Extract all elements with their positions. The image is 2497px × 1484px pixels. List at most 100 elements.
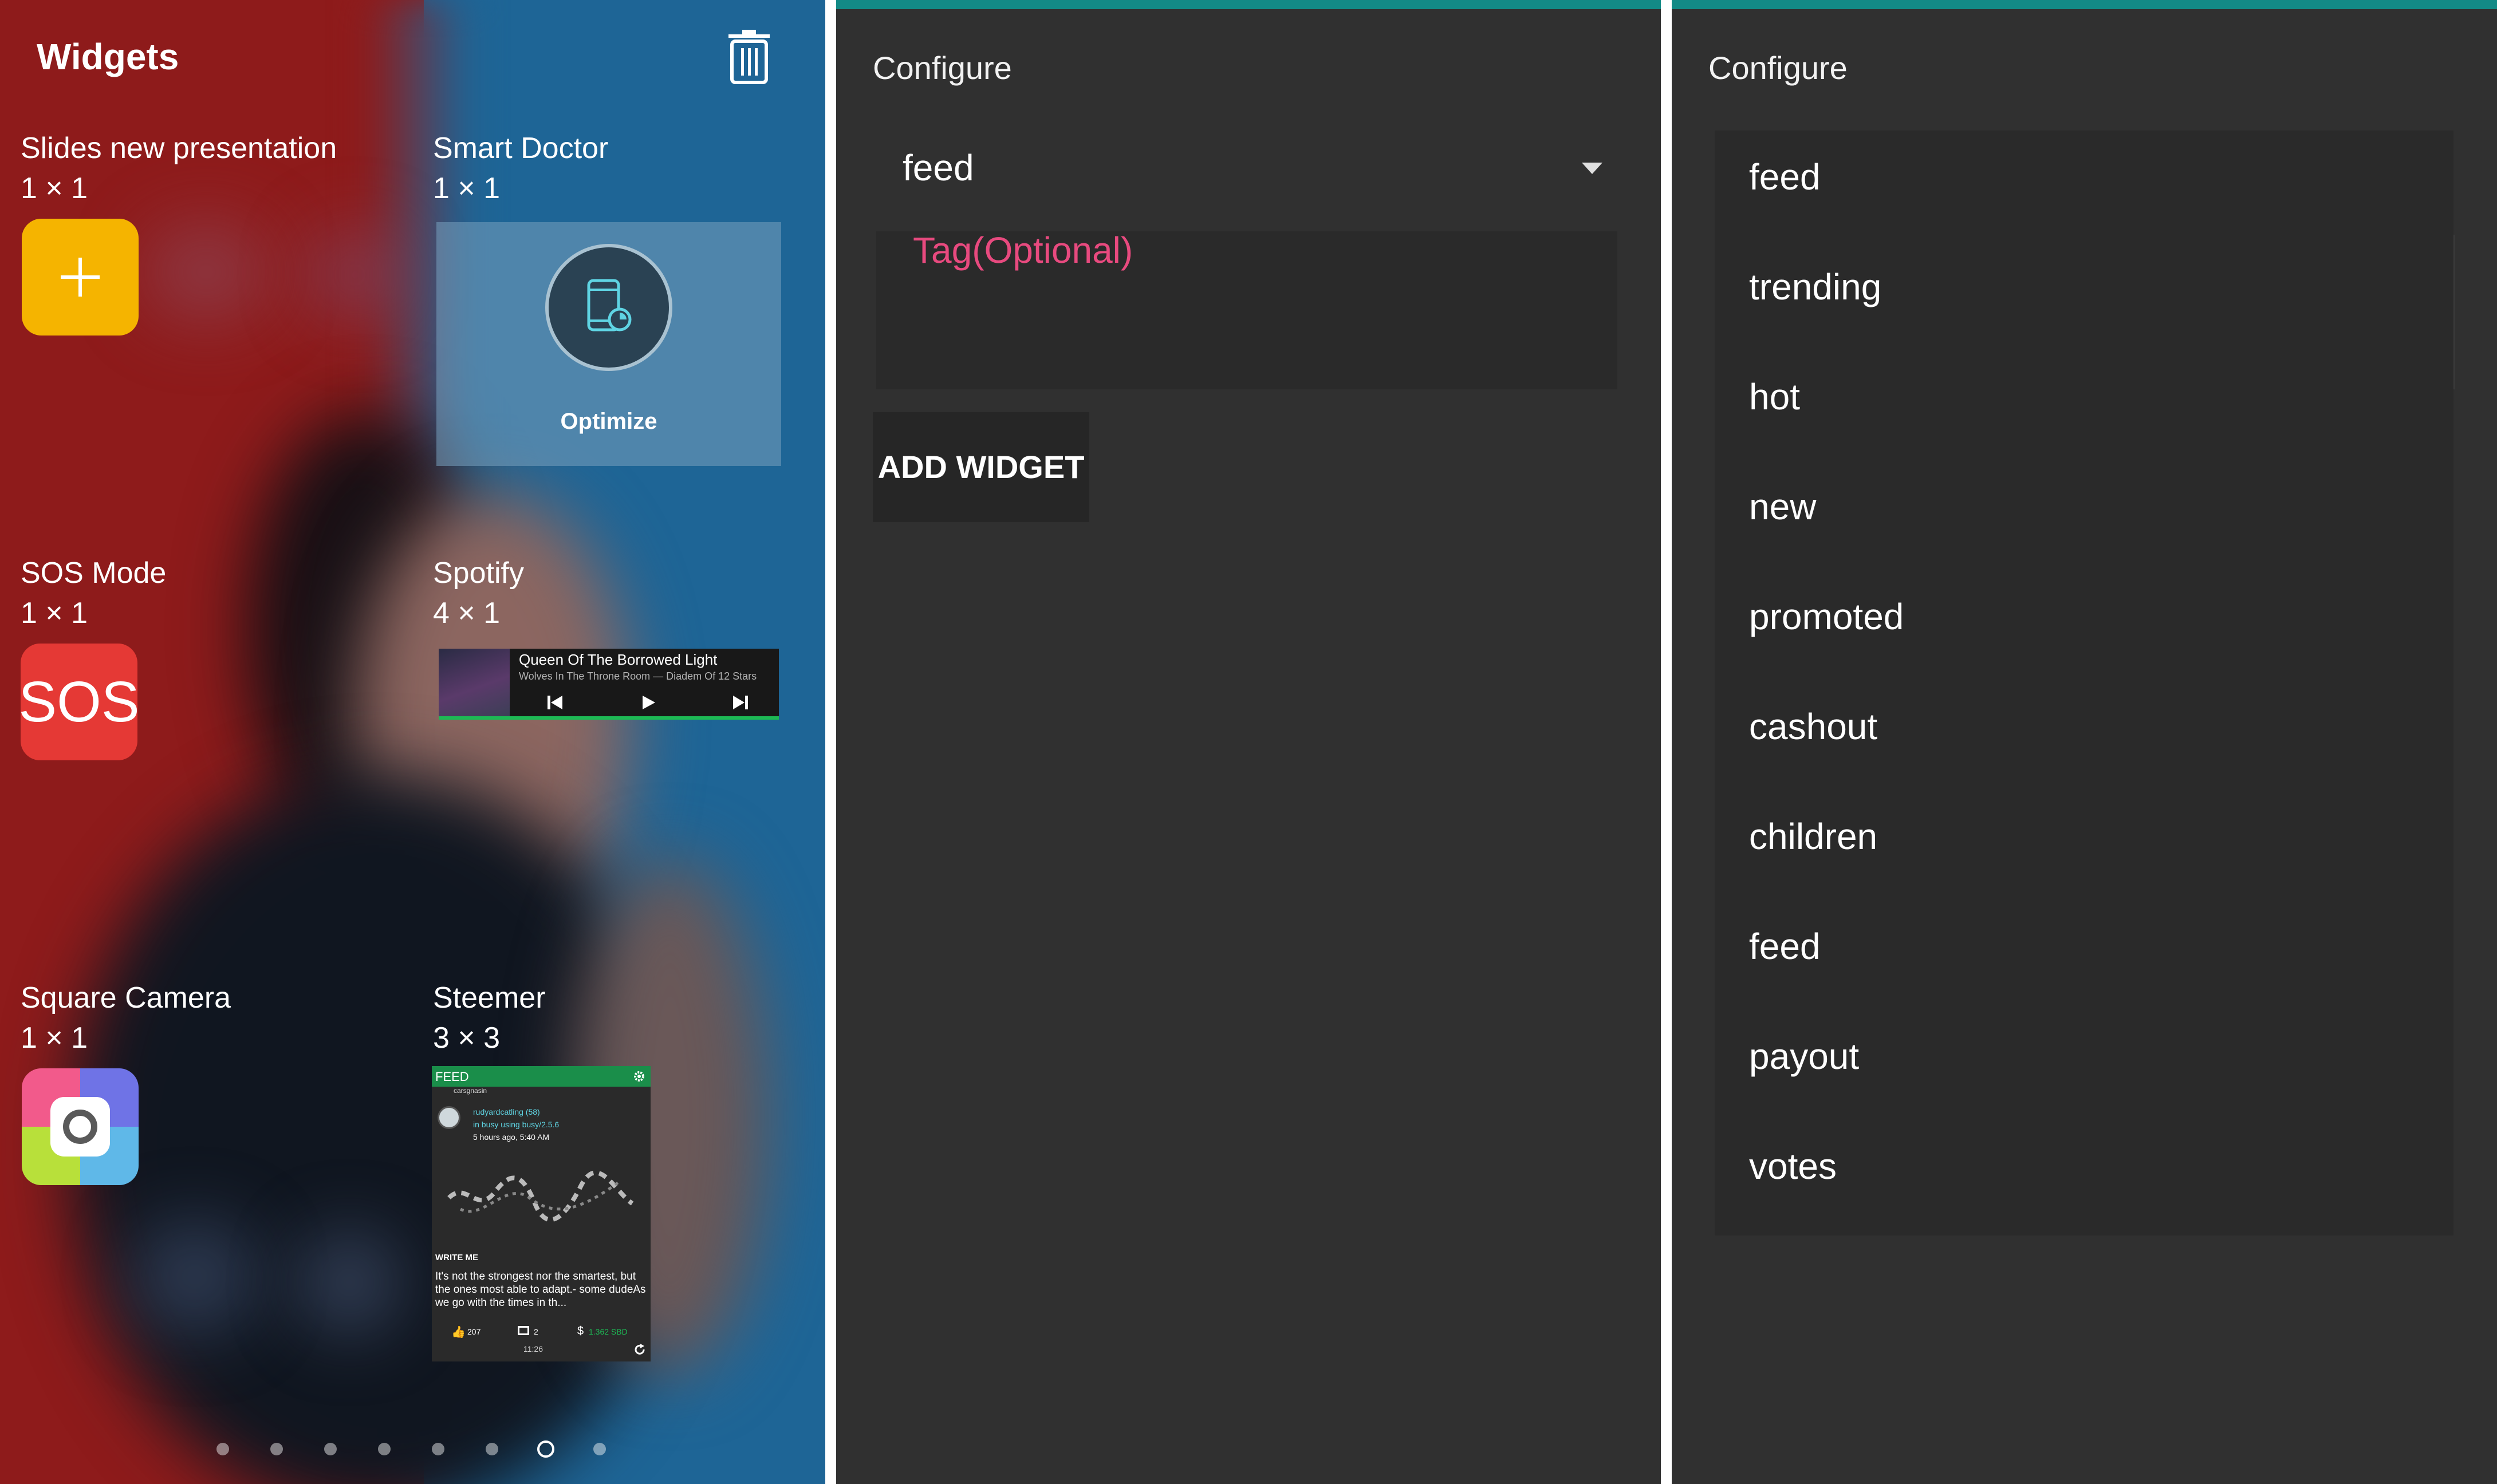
widget-size: 4 × 1 [433,597,501,630]
widget-name: Smart Doctor [433,132,609,165]
sos-icon-label: SOS [21,669,137,734]
dropdown-option-label: payout [1749,1036,1860,1077]
dropdown-option[interactable]: votes [1715,1120,2453,1230]
dropdown-option-label: new [1749,486,1817,527]
progress-bar [439,716,779,720]
comment-count: 2 [534,1327,538,1336]
camera-app-icon[interactable] [22,1068,139,1185]
payout-value: 1.362 SBD [589,1327,628,1336]
vote-count: 207 [467,1327,481,1336]
post-time: 5 hours ago, 5:40 AM [473,1132,550,1142]
next-track-icon[interactable] [728,691,751,714]
widget-size: 1 × 1 [433,172,501,205]
page-dot[interactable] [270,1443,283,1455]
tag-hint: Tag(Optional) [913,230,1133,271]
dialog-title: Configure [1708,50,1848,86]
dropdown-option[interactable]: trending [1715,240,2453,350]
dropdown-option[interactable]: hot [1715,350,2453,460]
configure-panel: Configure feed Tag(Optional) ADD WIDGET [836,0,1661,1484]
dropdown-option[interactable]: children [1715,790,2453,900]
dropdown-option[interactable]: new [1715,460,2453,570]
dropdown-option-label: promoted [1749,596,1904,637]
dialog-title: Configure [873,50,1012,86]
page-dot[interactable] [378,1443,391,1455]
plus-icon [61,258,100,297]
post-app: in busy using busy/2.5.6 [473,1120,560,1129]
steemer-header: FEED [432,1066,651,1087]
smart-doctor-preview[interactable]: Optimize [436,222,781,466]
gear-icon[interactable] [632,1069,646,1083]
widget-name: Spotify [433,556,524,590]
trash-icon[interactable] [726,30,772,85]
tag-type-options: feed trending hot new promoted cashout childre… [1715,131,2453,1236]
dropdown-option-label: hot [1749,376,1800,417]
spotify-preview[interactable]: Queen Of The Borrowed Light Wolves In Th… [439,649,779,720]
post-excerpt: It's not the strongest nor the smartest,… [435,1270,646,1309]
play-icon[interactable] [637,691,660,714]
dropdown-option-label: trending [1749,266,1882,307]
page-dot[interactable] [324,1443,337,1455]
status-accent-bar [1672,0,2497,9]
slides-app-icon[interactable] [22,219,139,336]
widget-size: 1 × 1 [21,172,88,205]
post-title: WRITE ME [435,1253,478,1262]
dropdown-option[interactable]: feed [1715,131,2453,240]
previous-track-icon[interactable] [544,691,567,714]
clock: 11:26 [523,1344,543,1353]
reblog-user: carsgnasin [454,1087,487,1095]
page-dot-active[interactable] [537,1440,554,1458]
page-dot[interactable] [486,1443,498,1455]
phone-check-icon [587,279,632,331]
refresh-icon[interactable] [633,1343,646,1356]
dropdown-option[interactable]: promoted [1715,570,2453,680]
widget-name: Square Camera [21,981,231,1015]
page-dot[interactable] [593,1443,606,1455]
dropdown-option[interactable]: cashout [1715,680,2453,790]
steemer-preview[interactable]: FEED carsgnasin rudyardcatling (58) in b… [432,1066,651,1361]
optimize-label: Optimize [560,409,657,434]
post-image [447,1170,634,1222]
page-dot[interactable] [216,1443,229,1455]
comment-icon[interactable] [518,1326,529,1335]
dollar-icon: $ [577,1325,584,1337]
add-widget-button[interactable]: ADD WIDGET [873,412,1089,522]
page-dot[interactable] [432,1443,444,1455]
widget-name: Steemer [433,981,546,1015]
dropdown-option[interactable]: payout [1715,1010,2453,1120]
optimize-circle [545,244,672,371]
dropdown-option-label: feed [1749,156,1821,198]
page-title: Widgets [37,36,179,77]
thumbs-up-icon[interactable]: 👍 [451,1325,466,1339]
page-indicator [0,1436,825,1459]
wallpaper-ghost [132,1219,258,1334]
widget-size: 1 × 1 [21,597,88,630]
widgets-panel: Widgets Slides new presentation 1 × 1 Sm… [0,0,825,1484]
status-accent-bar [836,0,1661,9]
wallpaper-ghost [298,1231,401,1334]
widget-size: 1 × 1 [21,1021,88,1055]
avatar [438,1106,460,1129]
camera-icon [50,1097,110,1157]
widget-name: Slides new presentation [21,132,337,165]
track-title: Queen Of The Borrowed Light [519,651,718,668]
dropdown-option-label: children [1749,816,1878,857]
configure-dropdown-panel: Configure feed trending hot new promoted cash… [1672,0,2497,1484]
post-author: rudyardcatling (58) [473,1107,540,1116]
sos-app-icon[interactable]: SOS [21,644,137,760]
dropdown-option[interactable]: feed [1715,900,2453,1010]
divider [825,0,836,1484]
dropdown-option-label: cashout [1749,706,1878,747]
wallpaper-ghost [309,229,401,321]
post-actions: 👍 207 2 $ 1.362 SBD [432,1324,651,1341]
tag-type-dropdown[interactable]: feed [873,132,1617,206]
widget-name: SOS Mode [21,556,167,590]
steemer-feed-label: FEED [435,1069,469,1084]
wallpaper-ghost [143,223,269,321]
dropdown-selected-value: feed [903,147,974,188]
widget-size: 3 × 3 [433,1021,501,1055]
track-subtitle: Wolves In The Throne Room — Diadem Of 12… [519,670,757,682]
dropdown-arrow-icon [1582,163,1602,174]
divider [1661,0,1672,1484]
album-art [439,649,510,720]
dropdown-option-label: votes [1749,1146,1837,1187]
